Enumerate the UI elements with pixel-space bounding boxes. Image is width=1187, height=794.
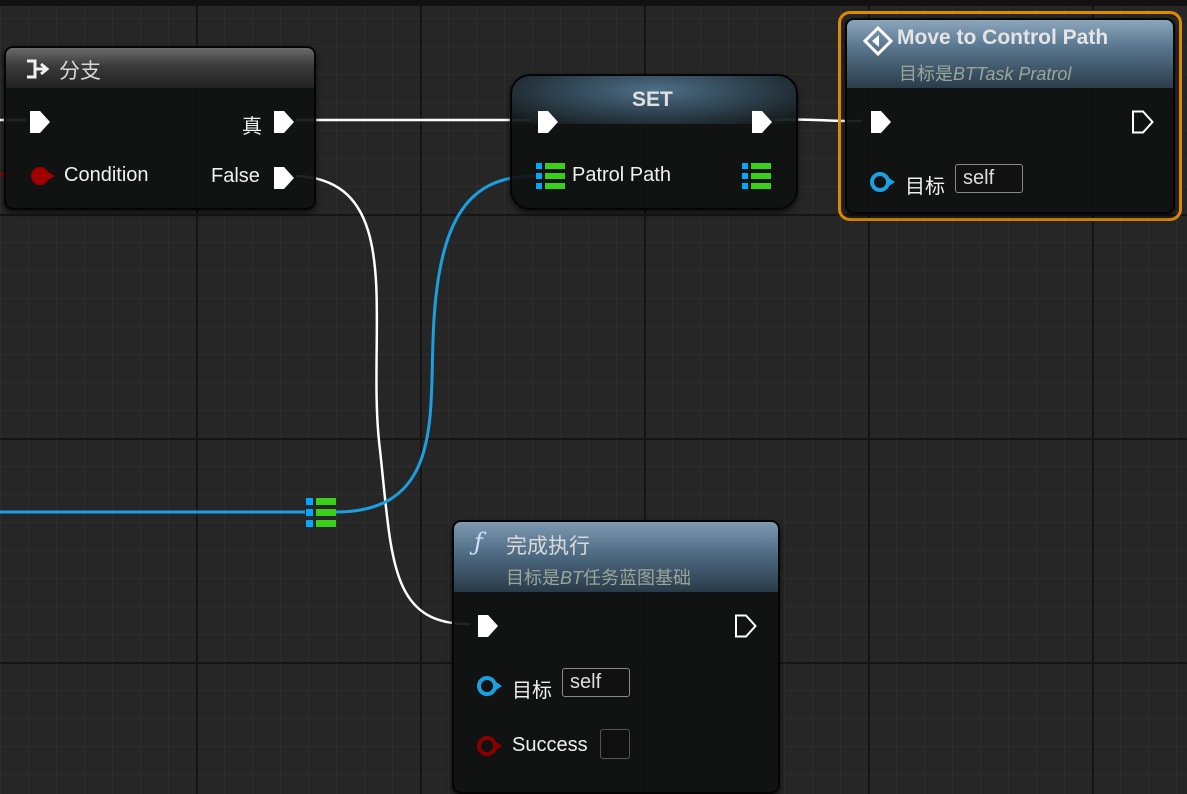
finish-success-label: Success <box>512 734 588 756</box>
move-to-control-path-node[interactable]: Move to Control Path 目标是BTTask Pratrol 目… <box>845 18 1175 214</box>
exec-in-pin[interactable] <box>28 110 52 134</box>
array-in-pin-icon[interactable] <box>536 162 566 192</box>
exec-in-pin[interactable] <box>869 110 893 134</box>
finish-node-subtitle: 目标是BT任务蓝图基础 <box>506 568 692 588</box>
bool-success-pin[interactable] <box>476 734 504 758</box>
function-icon: ƒ <box>474 528 483 556</box>
exec-out-pin[interactable] <box>750 110 774 134</box>
finish-target-label: 目标 <box>512 680 552 702</box>
branch-pin-false-label: False <box>211 165 260 187</box>
object-target-pin[interactable] <box>476 674 504 698</box>
object-target-pin[interactable] <box>869 170 897 194</box>
set-node[interactable]: SET Patrol Path <box>510 74 798 210</box>
move-target-label: 目标 <box>905 176 945 198</box>
array-out-pin-icon[interactable] <box>742 162 772 192</box>
diamond-icon <box>863 26 893 56</box>
move-node-title: Move to Control Path <box>897 26 1109 49</box>
branch-pin-condition-label: Condition <box>64 164 149 186</box>
bool-condition-pin[interactable] <box>28 164 58 188</box>
exec-out-pin[interactable] <box>734 614 758 638</box>
branch-icon <box>27 59 50 79</box>
set-node-title: SET <box>632 88 673 111</box>
exec-false-pin[interactable] <box>272 166 296 190</box>
exec-out-pin[interactable] <box>1131 110 1155 134</box>
exec-wire-false-to-finish[interactable] <box>295 174 471 626</box>
move-node-subtitle: 目标是BTTask Pratrol <box>899 64 1072 84</box>
finish-target-self-field[interactable]: self <box>562 668 630 697</box>
branch-node[interactable]: 分支 真 Condition False <box>4 46 316 210</box>
move-target-self-field[interactable]: self <box>955 164 1023 193</box>
branch-node-header <box>6 48 314 88</box>
finish-node-title: 完成执行 <box>506 535 590 558</box>
branch-pin-true-label: 真 <box>242 116 262 138</box>
exec-in-pin[interactable] <box>536 110 560 134</box>
branch-node-title: 分支 <box>59 60 101 83</box>
array-reroute-node-icon[interactable] <box>305 497 337 529</box>
set-pin-patrol-path-label: Patrol Path <box>572 164 671 186</box>
exec-in-pin[interactable] <box>476 614 500 638</box>
success-checkbox[interactable] <box>600 729 630 759</box>
exec-true-pin[interactable] <box>272 110 296 134</box>
finish-execute-node[interactable]: ƒ 完成执行 目标是BT任务蓝图基础 目标 self Success <box>452 520 780 794</box>
